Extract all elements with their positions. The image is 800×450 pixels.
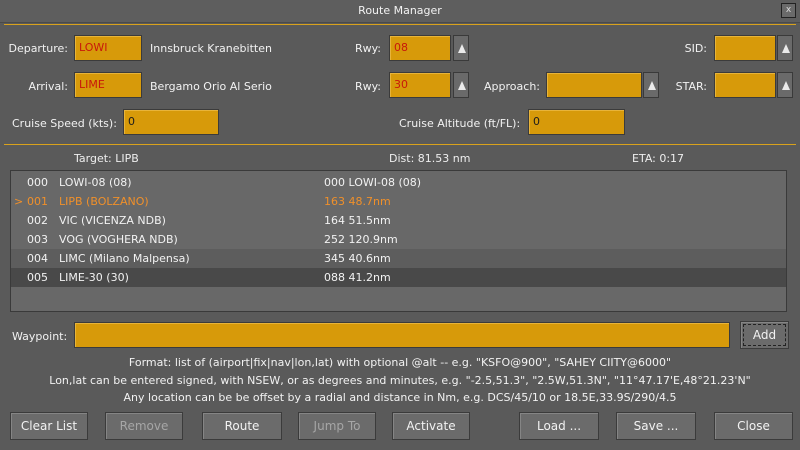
route-row[interactable]: 004 LIMC (Milano Malpensa) 345 40.6nm bbox=[11, 249, 786, 268]
arrival-code-input[interactable]: LIME bbox=[74, 72, 142, 98]
window-title: Route Manager bbox=[358, 4, 442, 17]
route-button[interactable]: Route bbox=[202, 412, 282, 440]
hint-lonlat: Lon,lat can be entered signed, with NSEW… bbox=[49, 374, 751, 387]
hint-offset: Any location can be be offset by a radia… bbox=[123, 391, 677, 404]
route-row-name: LIPB (BOLZANO) bbox=[59, 195, 149, 208]
route-row[interactable]: 002 VIC (VICENZA NDB) 164 51.5nm bbox=[11, 211, 786, 230]
departure-label: Departure: bbox=[8, 42, 68, 55]
departure-rwy-label: Rwy: bbox=[354, 42, 381, 55]
close-window-icon[interactable]: x bbox=[781, 3, 796, 18]
star-label: STAR: bbox=[675, 80, 707, 93]
route-row-name: LIMC (Milano Malpensa) bbox=[59, 252, 190, 265]
add-button[interactable]: Add bbox=[740, 321, 789, 349]
middle-separator bbox=[4, 144, 796, 145]
cruise-speed-input[interactable]: 0 bbox=[123, 109, 219, 135]
activate-button[interactable]: Activate bbox=[392, 412, 470, 440]
arrival-runway-input[interactable]: 30 bbox=[389, 72, 451, 98]
top-separator bbox=[4, 24, 796, 25]
arrival-airport-name: Bergamo Orio Al Serio bbox=[150, 80, 272, 93]
route-row-leg: 164 51.5nm bbox=[324, 214, 391, 227]
star-dropdown-icon[interactable] bbox=[777, 72, 793, 98]
route-row-index: 002 bbox=[27, 214, 48, 227]
route-row-leg: 000 LOWI-08 (08) bbox=[324, 176, 422, 189]
departure-runway-input[interactable]: 08 bbox=[389, 35, 451, 61]
arrival-rwy-label: Rwy: bbox=[354, 80, 381, 93]
sid-label: SID: bbox=[684, 42, 707, 55]
route-row-index: 000 bbox=[27, 176, 48, 189]
route-row-name: VIC (VICENZA NDB) bbox=[59, 214, 166, 227]
route-row-selected[interactable]: 005 LIME-30 (30) 088 41.2nm bbox=[11, 268, 786, 287]
jump-to-button[interactable]: Jump To bbox=[298, 412, 376, 440]
departure-airport-name: Innsbruck Kranebitten bbox=[150, 42, 272, 55]
waypoint-input[interactable] bbox=[74, 322, 730, 348]
route-row-leg: 163 48.7nm bbox=[324, 195, 391, 208]
waypoint-label: Waypoint: bbox=[12, 330, 68, 343]
route-row[interactable]: 000 LOWI-08 (08) 000 LOWI-08 (08) bbox=[11, 173, 786, 192]
cruise-altitude-input[interactable]: 0 bbox=[528, 109, 625, 135]
route-row-leg: 088 41.2nm bbox=[324, 271, 391, 284]
close-button[interactable]: Close bbox=[714, 412, 793, 440]
route-row-marker: > bbox=[14, 195, 24, 208]
route-row-index: 004 bbox=[27, 252, 48, 265]
sid-dropdown-icon[interactable] bbox=[777, 35, 793, 61]
departure-code-input[interactable]: LOWI bbox=[74, 35, 142, 61]
route-row-index: 005 bbox=[27, 271, 48, 284]
distance-status: Dist: 81.53 nm bbox=[389, 152, 471, 165]
cruise-altitude-label: Cruise Altitude (ft/FL): bbox=[399, 117, 521, 130]
load-button[interactable]: Load ... bbox=[519, 412, 599, 440]
route-row-leg: 345 40.6nm bbox=[324, 252, 391, 265]
route-row-current[interactable]: > 001 LIPB (BOLZANO) 163 48.7nm bbox=[11, 192, 786, 211]
cruise-speed-label: Cruise Speed (kts): bbox=[12, 117, 117, 130]
approach-input[interactable] bbox=[546, 72, 642, 98]
route-row-leg: 252 120.9nm bbox=[324, 233, 398, 246]
route-row-name: LIME-30 (30) bbox=[59, 271, 129, 284]
arrival-label: Arrival: bbox=[28, 80, 68, 93]
hint-format: Format: list of (airport|fix|nav|lon,lat… bbox=[128, 356, 672, 369]
route-row-name: LOWI-08 (08) bbox=[59, 176, 132, 189]
route-row-index: 001 bbox=[27, 195, 48, 208]
save-button[interactable]: Save ... bbox=[616, 412, 696, 440]
target-status: Target: LIPB bbox=[74, 152, 139, 165]
route-list[interactable]: 000 LOWI-08 (08) 000 LOWI-08 (08) > 001 … bbox=[10, 170, 787, 312]
remove-button[interactable]: Remove bbox=[105, 412, 183, 440]
route-row[interactable]: 003 VOG (VOGHERA NDB) 252 120.9nm bbox=[11, 230, 786, 249]
star-input[interactable] bbox=[714, 72, 776, 98]
departure-runway-dropdown-icon[interactable] bbox=[453, 35, 469, 61]
sid-input[interactable] bbox=[714, 35, 776, 61]
eta-status: ETA: 0:17 bbox=[632, 152, 685, 165]
route-row-name: VOG (VOGHERA NDB) bbox=[59, 233, 178, 246]
route-row-index: 003 bbox=[27, 233, 48, 246]
approach-label: Approach: bbox=[484, 80, 540, 93]
clear-list-button[interactable]: Clear List bbox=[10, 412, 88, 440]
